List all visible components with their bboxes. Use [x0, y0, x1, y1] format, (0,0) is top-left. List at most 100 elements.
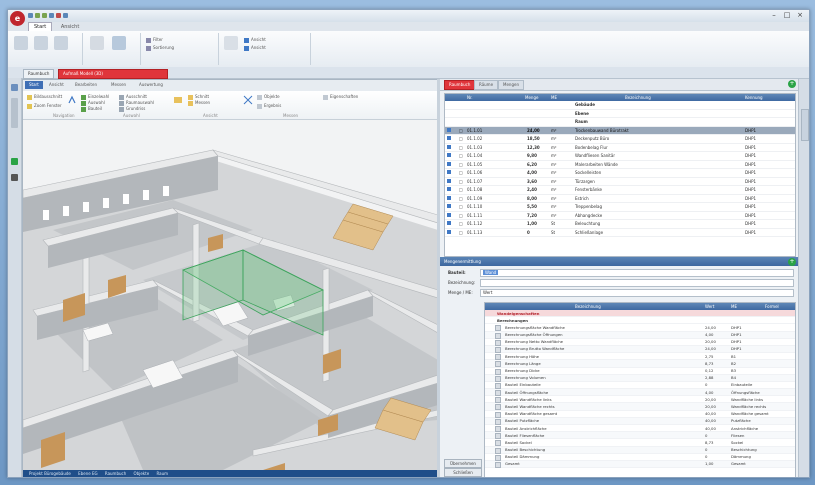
- row-checkbox[interactable]: [495, 368, 501, 375]
- row-checkbox[interactable]: □: [459, 153, 463, 158]
- col-nr[interactable]: Nr.: [467, 95, 473, 100]
- col-text[interactable]: Bezeichnung: [625, 95, 651, 100]
- row-checkbox[interactable]: □: [459, 221, 463, 226]
- app-logo[interactable]: e: [10, 11, 25, 26]
- list-item[interactable]: Berechnungsfläche Öffnungen 4,00 DHP1: [485, 331, 795, 339]
- table-row[interactable]: □ 01.1.11 7,20 m² Abhangdecke DHP1: [445, 212, 795, 220]
- table-row[interactable]: □ 01.1.03 12,30 m² Bodenbelag Flur DHP1: [445, 144, 795, 152]
- col-me[interactable]: ME: [551, 95, 557, 100]
- roombook-grid[interactable]: Nr. Menge ME Bezeichnung Kennung Gebäude…: [444, 93, 796, 257]
- apply-button[interactable]: Übernehmen: [444, 459, 482, 468]
- list-item[interactable]: Berechnung Dicke 0,12 B3: [485, 368, 795, 375]
- row-checkbox[interactable]: [495, 411, 501, 418]
- list-item[interactable]: Bauteil Öffnungsfläche 4,00 Öffnungsfläche: [485, 389, 795, 397]
- row-checkbox[interactable]: [495, 332, 501, 339]
- list-item[interactable]: Bauteil Beschichtung 0 Beschichtung: [485, 446, 795, 454]
- list-item[interactable]: Bauteil Wandfläche rechts 20,00 Wandfläche…: [485, 403, 795, 411]
- delete-icon[interactable]: [56, 13, 61, 18]
- redo-icon[interactable]: [42, 13, 47, 18]
- row-checkbox[interactable]: □: [459, 145, 463, 150]
- side-panel-tab[interactable]: [11, 98, 18, 128]
- right-side-tab[interactable]: [801, 109, 809, 141]
- viewer-tab-view[interactable]: Ansicht: [45, 81, 68, 89]
- folder-icon[interactable]: [173, 94, 183, 104]
- status-project[interactable]: Projekt Bürogebäude: [29, 471, 71, 476]
- minimize-button[interactable]: –: [768, 11, 780, 19]
- doc-tab-3d-model[interactable]: Aufmaß Modell (3D): [57, 69, 168, 79]
- col-menge[interactable]: Menge: [525, 95, 538, 100]
- filter-option-1[interactable]: Filter: [146, 37, 163, 43]
- view-option-1[interactable]: Ansicht: [244, 37, 266, 43]
- table-row[interactable]: □ 01.1.07 3,60 m² Türzargen DHP1: [445, 178, 795, 186]
- row-checkbox[interactable]: [495, 375, 501, 382]
- viewer-cmd-6[interactable]: Ausschnitt: [119, 94, 147, 100]
- component-field[interactable]: Wand: [480, 269, 794, 277]
- group-row[interactable]: Ebene: [445, 110, 795, 118]
- row-checkbox[interactable]: [495, 461, 501, 468]
- list-item[interactable]: Bauteil Putzfläche 40,00 Putzfläche: [485, 417, 795, 425]
- table-row[interactable]: □ 01.1.09 8,00 m² Estrich DHP1: [445, 195, 795, 203]
- right-tab-quantities[interactable]: Mengen: [498, 80, 524, 90]
- list-item[interactable]: Bauteil Wandfläche links 20,00 Wandfläche …: [485, 396, 795, 404]
- right-tab-roombook[interactable]: Raumbuch: [444, 80, 476, 90]
- row-checkbox[interactable]: □: [459, 204, 463, 209]
- list-item[interactable]: Berechnung Brutto Wandfläche 24,00 DHP1: [485, 345, 795, 354]
- detail-col-label[interactable]: Bezeichnung: [575, 304, 601, 309]
- row-checkbox[interactable]: [495, 361, 501, 368]
- row-checkbox[interactable]: □: [459, 179, 463, 184]
- group-row[interactable]: Raum: [445, 118, 795, 127]
- maximize-button[interactable]: □: [781, 11, 793, 19]
- viewer-cmd-5[interactable]: Bauteil: [81, 106, 102, 112]
- row-checkbox[interactable]: [495, 382, 501, 389]
- copy-icon[interactable]: [34, 36, 48, 50]
- list-item[interactable]: Bauteil Fliesenfläche 0 Fliesen: [485, 432, 795, 440]
- table-row[interactable]: □ 01.1.01 24,00 m² Trockenbauwand Bürotrakt D…: [445, 126, 795, 135]
- status-roombook[interactable]: Raumbuch: [105, 471, 126, 476]
- list-item[interactable]: Berechnung Volumen 2,88 B4: [485, 374, 795, 382]
- filter-option-2[interactable]: Sortierung: [146, 45, 174, 51]
- list-item[interactable]: Berechnung Höhe 2,75 B1: [485, 353, 795, 361]
- row-checkbox[interactable]: □: [459, 230, 463, 235]
- viewer-tab-measure[interactable]: Messen: [107, 81, 130, 89]
- viewer-cmd-0[interactable]: Bildausschnitt: [27, 94, 62, 100]
- add-detail-icon[interactable]: +: [788, 257, 796, 266]
- measure-icon[interactable]: [243, 95, 253, 105]
- save-icon[interactable]: [28, 13, 33, 18]
- paste-icon[interactable]: [14, 36, 28, 50]
- viewer-cmd-7[interactable]: Raumauswahl: [119, 100, 154, 106]
- close-detail-button[interactable]: Schließen: [444, 468, 482, 477]
- row-checkbox[interactable]: [495, 426, 501, 432]
- detail-group-row[interactable]: Berechnungen: [485, 317, 795, 325]
- camera-icon[interactable]: [11, 174, 18, 181]
- row-checkbox[interactable]: □: [459, 213, 463, 218]
- ribbon-tab-view[interactable]: Ansicht: [56, 23, 84, 31]
- list-item[interactable]: Berechnungsfläche Wandfläche 24,00 DHP1: [485, 324, 795, 332]
- viewer-tab-start[interactable]: Start: [25, 81, 43, 89]
- table-row[interactable]: □ 01.1.05 6,20 m² Malerarbeiten Wände DHP1: [445, 161, 795, 169]
- row-checkbox[interactable]: [495, 339, 501, 346]
- table-row[interactable]: □ 01.1.10 5,50 m² Treppenbelag DHP1: [445, 203, 795, 212]
- status-room[interactable]: Raum: [156, 471, 168, 476]
- table-row[interactable]: □ 01.1.13 0 St Schließanlage DHP1: [445, 229, 795, 237]
- viewer-cmd-12[interactable]: Objekte: [257, 94, 280, 100]
- list-item[interactable]: Berechnung Netto Wandfläche 20,00 DHP1: [485, 339, 795, 346]
- row-checkbox[interactable]: □: [459, 162, 463, 167]
- list-item[interactable]: Gesamt 1,00 Gesamt: [485, 460, 795, 469]
- detail-col-value[interactable]: Wert: [705, 304, 714, 309]
- list-item[interactable]: Bauteil Einbauteile 0 Einbauteile: [485, 382, 795, 390]
- col-code[interactable]: Kennung: [745, 95, 763, 100]
- print-icon[interactable]: [49, 13, 54, 18]
- viewer-cmd-3[interactable]: Einzelwahl: [81, 94, 109, 100]
- table-row[interactable]: □ 01.1.08 2,40 m² Fensterbänke DHP1: [445, 186, 795, 195]
- row-checkbox[interactable]: [495, 346, 501, 353]
- row-checkbox[interactable]: [495, 354, 501, 361]
- row-checkbox[interactable]: [495, 454, 501, 461]
- row-checkbox[interactable]: [495, 440, 501, 447]
- customize-icon[interactable]: [63, 13, 68, 18]
- row-checkbox[interactable]: [495, 325, 501, 332]
- building-3d-model[interactable]: [23, 120, 438, 470]
- 3d-viewer[interactable]: Start Ansicht Bearbeiten Messen Auswertu…: [22, 79, 439, 477]
- delete-entry-icon[interactable]: [90, 36, 104, 50]
- description-field[interactable]: [480, 279, 794, 287]
- table-row[interactable]: □ 01.1.12 1,00 St Beleuchtung DHP1: [445, 220, 795, 229]
